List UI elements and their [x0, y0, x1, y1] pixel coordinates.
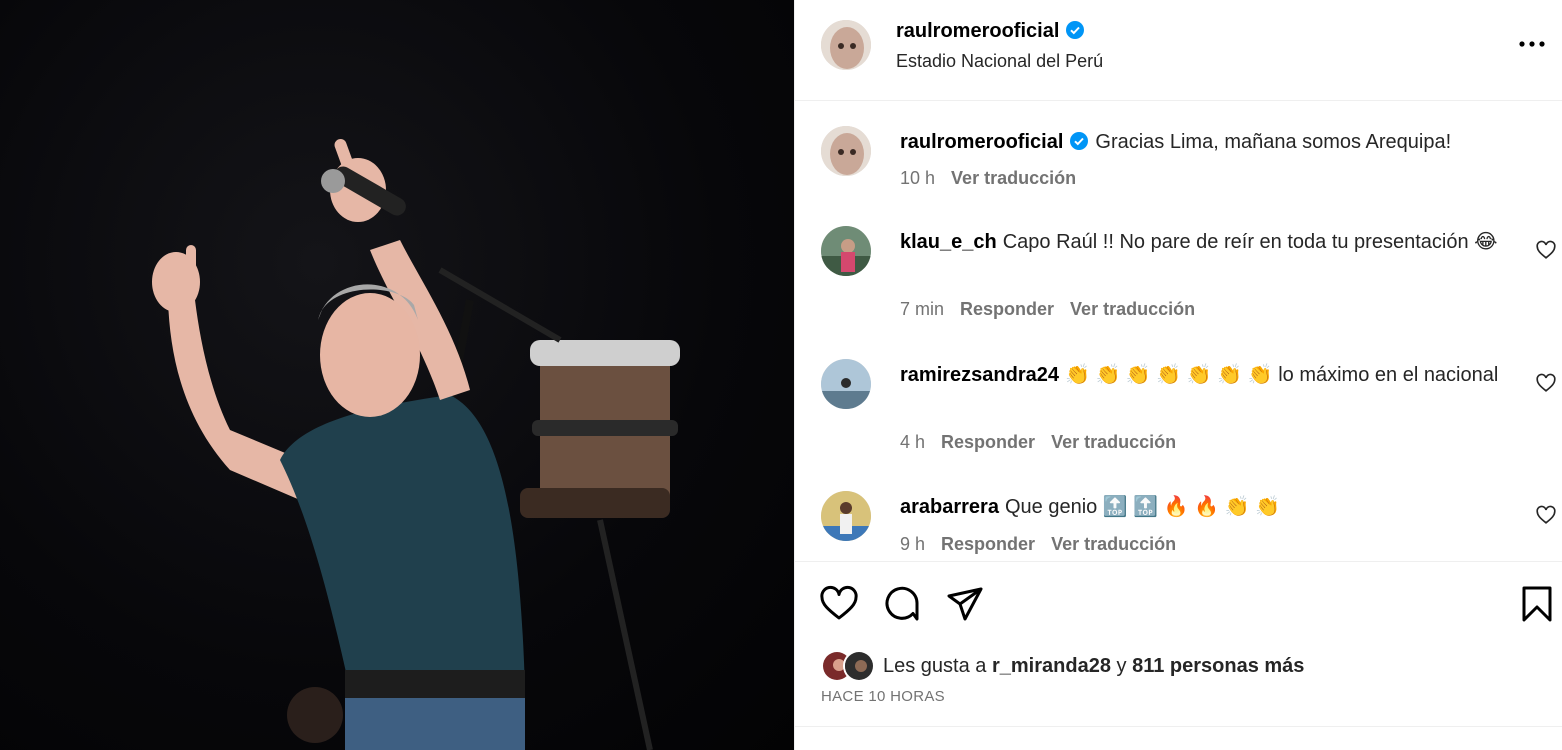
comment-like-heart-icon[interactable]: [1535, 372, 1557, 394]
more-options-icon[interactable]: [1517, 34, 1547, 54]
bookmark-icon[interactable]: [1517, 584, 1557, 624]
comment-body: ramirezsandra24 👏 👏 👏 👏 👏 👏 👏 lo máximo e…: [900, 361, 1520, 390]
caption-body: raulromerooficial Gracias Lima, mañana so…: [900, 128, 1520, 157]
comment-time[interactable]: 9 h: [900, 534, 925, 554]
comment-body: klau_e_ch Capo Raúl !! No pare de reír en…: [900, 228, 1520, 257]
comment-icon[interactable]: [882, 584, 922, 624]
share-icon[interactable]: [945, 584, 985, 624]
post-location[interactable]: Estadio Nacional del Perú: [896, 51, 1103, 72]
divider: [795, 726, 1562, 727]
author-avatar[interactable]: [821, 20, 871, 70]
comment-time[interactable]: 4 h: [900, 432, 925, 452]
caption-text: Gracias Lima, mañana somos Arequipa!: [1095, 131, 1452, 153]
post-details-panel: raulromerooficial Estadio Nacional del P…: [794, 0, 1562, 750]
liker-avatar[interactable]: [843, 650, 875, 682]
comment-meta: 7 min Responder Ver traducción: [900, 299, 1211, 320]
avatar-image: [821, 491, 871, 541]
verified-badge-icon: [1066, 21, 1085, 39]
reply-button[interactable]: Responder: [941, 432, 1035, 452]
reply-button[interactable]: Responder: [960, 299, 1054, 319]
translate-button[interactable]: Ver traducción: [1070, 299, 1195, 319]
translate-button[interactable]: Ver traducción: [1051, 534, 1176, 554]
caption-author-avatar[interactable]: [821, 126, 871, 176]
avatar-image: [821, 359, 871, 409]
author-username[interactable]: raulromerooficial: [896, 20, 1085, 43]
likes-user[interactable]: r_miranda28: [992, 655, 1111, 677]
caption-username[interactable]: raulromerooficial: [900, 131, 1063, 153]
comment-meta: 9 h Responder Ver traducción: [900, 534, 1192, 555]
commenter-avatar[interactable]: [821, 491, 871, 541]
reply-button[interactable]: Responder: [941, 534, 1035, 554]
author-username-text[interactable]: raulromerooficial: [896, 20, 1059, 42]
comment-meta: 4 h Responder Ver traducción: [900, 432, 1192, 453]
likes-text: Les gusta a r_miranda28 y 811 personas m…: [883, 655, 1304, 678]
commenter-avatar[interactable]: [821, 226, 871, 276]
likes-count[interactable]: 811 personas más: [1132, 655, 1304, 677]
comments-list[interactable]: raulromerooficial Gracias Lima, mañana so…: [795, 102, 1562, 560]
heart-icon[interactable]: [819, 584, 859, 624]
comment-body: arabarrera Que genio 🔝 🔝 🔥 🔥 👏 👏: [900, 493, 1520, 522]
comment-like-heart-icon[interactable]: [1535, 239, 1557, 261]
commenter-avatar[interactable]: [821, 359, 871, 409]
caption-translate-button[interactable]: Ver traducción: [951, 168, 1076, 188]
comment-text: 👏 👏 👏 👏 👏 👏 👏 lo máximo en el nacional: [1064, 364, 1499, 386]
comment-username[interactable]: ramirezsandra24: [900, 364, 1059, 386]
likes-prefix: Les gusta a: [883, 654, 987, 677]
post-photo[interactable]: [0, 0, 794, 750]
comment-text: Capo Raúl !! No pare de reír en toda tu …: [1002, 231, 1498, 253]
caption-meta: 10 h Ver traducción: [900, 168, 1092, 189]
likes-summary: Les gusta a r_miranda28 y 811 personas m…: [821, 649, 1304, 683]
verified-badge-icon: [1070, 132, 1089, 150]
avatar-image: [821, 126, 871, 176]
comment-text: Que genio 🔝 🔝 🔥 🔥 👏 👏: [1004, 496, 1281, 518]
post-header: raulromerooficial Estadio Nacional del P…: [795, 0, 1562, 101]
comment-username[interactable]: arabarrera: [900, 496, 999, 518]
avatar-image: [821, 20, 871, 70]
comment-time[interactable]: 7 min: [900, 299, 944, 319]
post-timestamp[interactable]: HACE 10 HORAS: [821, 688, 945, 705]
comment-username[interactable]: klau_e_ch: [900, 231, 997, 253]
likes-joiner: y: [1116, 654, 1127, 677]
avatar-image: [845, 652, 873, 680]
comment-like-heart-icon[interactable]: [1535, 504, 1557, 526]
translate-button[interactable]: Ver traducción: [1051, 432, 1176, 452]
avatar-image: [821, 226, 871, 276]
caption-time[interactable]: 10 h: [900, 168, 935, 188]
post-actions: Les gusta a r_miranda28 y 811 personas m…: [795, 561, 1562, 750]
concert-photo-illustration: [152, 138, 680, 750]
